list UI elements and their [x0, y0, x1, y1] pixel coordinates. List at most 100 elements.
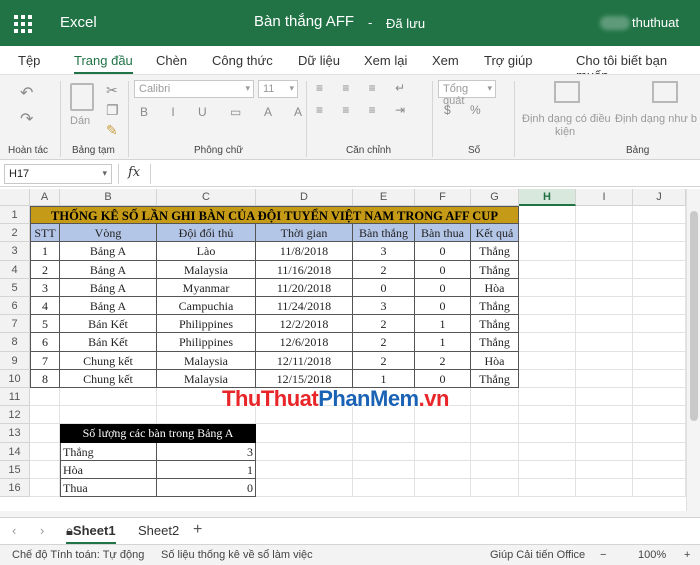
- table-data-cell[interactable]: 1: [415, 333, 471, 352]
- summary-label-cell[interactable]: Thua: [60, 479, 157, 498]
- table-data-cell[interactable]: Myanmar: [157, 278, 256, 297]
- app-launcher-icon[interactable]: [14, 15, 32, 33]
- column-header-h[interactable]: H: [519, 189, 576, 206]
- table-data-cell[interactable]: Hòa: [471, 351, 519, 370]
- row-header-12[interactable]: 12: [0, 406, 30, 425]
- row-header-14[interactable]: 14: [0, 442, 30, 461]
- grid-cell[interactable]: [415, 460, 471, 479]
- table-data-cell[interactable]: Hòa: [471, 278, 519, 297]
- grid-cell[interactable]: [633, 224, 686, 243]
- table-header-cell[interactable]: Vòng: [60, 224, 157, 243]
- table-data-cell[interactable]: 12/11/2018: [256, 351, 353, 370]
- undo-icon[interactable]: ↶: [20, 86, 33, 102]
- app-name[interactable]: Excel: [60, 14, 97, 31]
- workbook-stats[interactable]: Số liệu thống kê về sổ làm việc: [161, 549, 313, 561]
- grid-cell[interactable]: [576, 260, 633, 279]
- grid-cell[interactable]: [60, 406, 157, 425]
- row-header-15[interactable]: 15: [0, 460, 30, 479]
- table-data-cell[interactable]: Thắng: [471, 260, 519, 279]
- table-data-cell[interactable]: 12/2/2018: [256, 315, 353, 334]
- grid-cell[interactable]: [519, 333, 576, 352]
- tab-help[interactable]: Trợ giúp: [484, 53, 533, 68]
- table-header-cell[interactable]: Kết quả: [471, 224, 519, 243]
- table-data-cell[interactable]: 11/16/2018: [256, 260, 353, 279]
- grid-cell[interactable]: [633, 479, 686, 498]
- font-size-select[interactable]: 11 ▾: [258, 80, 298, 98]
- table-data-cell[interactable]: 0: [415, 242, 471, 261]
- column-header-g[interactable]: G: [471, 189, 519, 206]
- tab-data[interactable]: Dữ liệu: [298, 53, 340, 68]
- prev-sheet-icon[interactable]: ‹: [12, 523, 16, 538]
- summary-label-cell[interactable]: Hòa: [60, 460, 157, 479]
- grid-cell[interactable]: [256, 479, 353, 498]
- grid-cell[interactable]: [519, 479, 576, 498]
- grid-cell[interactable]: [576, 224, 633, 243]
- column-header-i[interactable]: I: [576, 189, 633, 206]
- grid-cell[interactable]: [30, 388, 60, 407]
- grid-cell[interactable]: [519, 297, 576, 316]
- summary-value-cell[interactable]: 1: [157, 460, 256, 479]
- grid-cell[interactable]: [60, 388, 157, 407]
- row-header-16[interactable]: 16: [0, 479, 30, 498]
- summary-title[interactable]: Số lượng các bàn trong Bảng A: [60, 424, 256, 443]
- grid-cell[interactable]: [519, 460, 576, 479]
- grid-cell[interactable]: [30, 460, 60, 479]
- grid-cell[interactable]: [519, 242, 576, 261]
- row-header-11[interactable]: 11: [0, 388, 30, 407]
- alignment-bottom-icons[interactable]: ≡ ≡ ≡ ⇥: [316, 103, 413, 117]
- column-header-c[interactable]: C: [157, 189, 256, 206]
- grid-cell[interactable]: [519, 206, 576, 225]
- number-format-icons[interactable]: $ %: [444, 103, 489, 117]
- table-data-cell[interactable]: Bán Kết: [60, 333, 157, 352]
- table-data-cell[interactable]: 8: [30, 369, 60, 388]
- table-data-cell[interactable]: 0: [415, 260, 471, 279]
- grid-cell[interactable]: [633, 278, 686, 297]
- grid-cell[interactable]: [256, 424, 353, 443]
- table-data-cell[interactable]: 3: [353, 242, 415, 261]
- table-data-cell[interactable]: 0: [415, 278, 471, 297]
- format-painter-icon[interactable]: ✎: [106, 123, 118, 137]
- summary-value-cell[interactable]: 0: [157, 479, 256, 498]
- row-header-9[interactable]: 9: [0, 351, 30, 370]
- tab-insert[interactable]: Chèn: [156, 53, 187, 68]
- row-header-6[interactable]: 6: [0, 297, 30, 316]
- table-data-cell[interactable]: Bảng A: [60, 297, 157, 316]
- row-header-4[interactable]: 4: [0, 260, 30, 279]
- select-all-corner[interactable]: [0, 189, 30, 206]
- conditional-format-label[interactable]: Định dạng có điều: [522, 113, 611, 125]
- table-banner-title[interactable]: THỐNG KÊ SỐ LẦN GHI BÀN CỦA ĐỘI TUYỂN VI…: [30, 206, 519, 225]
- font-style-buttons-icon[interactable]: B I U ▭ A A: [140, 105, 312, 119]
- grid-cell[interactable]: [633, 333, 686, 352]
- sheet-tab-sheet2[interactable]: Sheet2: [138, 523, 179, 538]
- paste-icon[interactable]: [70, 83, 94, 111]
- grid-cell[interactable]: [519, 406, 576, 425]
- table-data-cell[interactable]: 11/20/2018: [256, 278, 353, 297]
- grid-cell[interactable]: [576, 406, 633, 425]
- grid-cell[interactable]: [519, 351, 576, 370]
- table-data-cell[interactable]: Malaysia: [157, 351, 256, 370]
- grid-cell[interactable]: [415, 442, 471, 461]
- row-header-7[interactable]: 7: [0, 315, 30, 334]
- calc-mode[interactable]: Chế độ Tính toán: Tự động: [12, 549, 144, 561]
- conditional-format-label-2[interactable]: kiện: [555, 126, 575, 138]
- number-format-select[interactable]: Tổng quát ▾: [438, 80, 496, 107]
- table-data-cell[interactable]: 0: [353, 278, 415, 297]
- zoom-level[interactable]: 100%: [638, 549, 666, 561]
- grid-cell[interactable]: [415, 479, 471, 498]
- grid-cell[interactable]: [633, 315, 686, 334]
- row-header-8[interactable]: 8: [0, 333, 30, 352]
- grid-cell[interactable]: [576, 479, 633, 498]
- grid-cell[interactable]: [471, 479, 519, 498]
- table-data-cell[interactable]: 1: [415, 315, 471, 334]
- grid-cell[interactable]: [30, 479, 60, 498]
- row-header-1[interactable]: 1: [0, 206, 30, 225]
- table-data-cell[interactable]: 2: [353, 260, 415, 279]
- table-data-cell[interactable]: 2: [415, 351, 471, 370]
- cut-icon[interactable]: ✂: [106, 83, 118, 97]
- table-data-cell[interactable]: Bảng A: [60, 242, 157, 261]
- tab-formulas[interactable]: Công thức: [212, 53, 273, 68]
- table-data-cell[interactable]: 2: [353, 315, 415, 334]
- grid-cell[interactable]: [353, 424, 415, 443]
- table-data-cell[interactable]: 11/24/2018: [256, 297, 353, 316]
- table-data-cell[interactable]: Thắng: [471, 242, 519, 261]
